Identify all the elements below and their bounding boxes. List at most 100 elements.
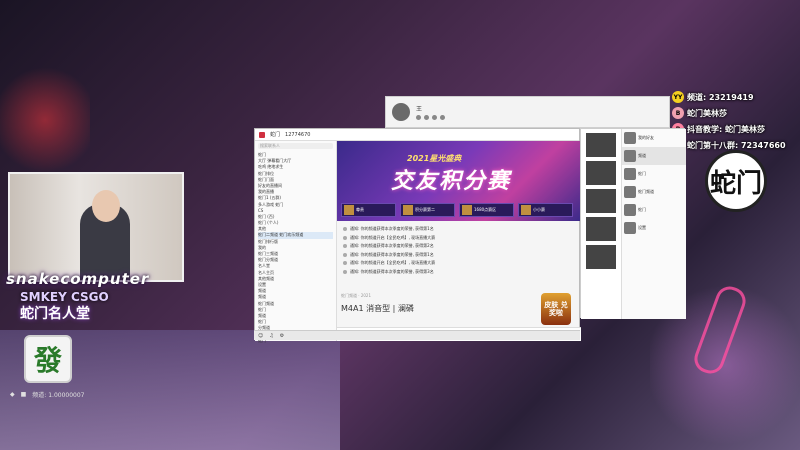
avatar bbox=[624, 132, 636, 144]
profile-card[interactable]: 王 bbox=[385, 96, 670, 128]
avatar bbox=[624, 222, 636, 234]
search-input[interactable]: 搜索联系人 bbox=[258, 143, 333, 149]
list-item[interactable]: 蛇门 bbox=[622, 165, 686, 183]
bullet-icon bbox=[343, 269, 347, 274]
status-icon[interactable] bbox=[440, 115, 445, 120]
stream-info-text: 蛇门美林莎 bbox=[687, 108, 727, 118]
tile-label: 尊贵 bbox=[356, 207, 364, 212]
tile-thumb bbox=[403, 205, 413, 215]
banner-tiles: 尊贵 积分赛第二 1680点赛区 小小赛 bbox=[341, 203, 573, 217]
mahjong-tile-icon: 發 bbox=[24, 335, 72, 383]
list-item: 通知: 你的频道开启【全民吃鸡】, 现场直播大赛 bbox=[343, 234, 575, 243]
list-item: 通知: 你的频道获得本次季度的荣誉, 获得第3名 bbox=[343, 268, 575, 277]
stream-info-row: B 蛇门美林莎 bbox=[672, 106, 800, 120]
tile-thumb bbox=[521, 205, 531, 215]
stream-info-text: 频道: 23219419 bbox=[687, 92, 754, 102]
taskbar-item[interactable]: ◆ bbox=[10, 391, 15, 398]
contacts-window: 我的好友 频道 蛇门 蛇门频道 蛇门 设置 bbox=[580, 128, 686, 319]
contact-label: 频道 bbox=[638, 153, 646, 158]
list-item[interactable]: 蛇门频道 bbox=[622, 183, 686, 201]
list-item: 通知: 你的频道获得本次季度的荣誉, 获得第2名 bbox=[343, 242, 575, 251]
profile-name: 王 bbox=[416, 106, 423, 113]
streamer-head bbox=[92, 190, 120, 222]
message-list: 通知: 你的频道获得本次季度的荣誉, 获得第1名 通知: 你的频道开启【全民吃鸡… bbox=[337, 221, 581, 280]
contact-thumb[interactable] bbox=[586, 161, 616, 185]
channel-id: 12774670 bbox=[285, 131, 311, 138]
event-banner[interactable]: 2021星光盛典 交友积分赛 尊贵 积分赛第二 1680点赛区 小小赛 bbox=[337, 141, 581, 221]
list-item: 通知: 你的频道获得本次季度的荣誉, 获得第1名 bbox=[343, 225, 575, 234]
banner-tile[interactable]: 小小赛 bbox=[518, 203, 573, 217]
taskbar: ◆ ■ 频道: 1.00000007 bbox=[0, 388, 340, 400]
avatar bbox=[624, 168, 636, 180]
contact-label: 蛇门 bbox=[638, 207, 646, 212]
contact-label: 我的好友 bbox=[638, 135, 654, 140]
list-item[interactable]: 我的好友 bbox=[622, 129, 686, 147]
tile-thumb bbox=[462, 205, 472, 215]
taskbar-item: 频道: 1.00000007 bbox=[32, 391, 85, 399]
message-text: 通知: 你的频道获得本次季度的荣誉, 获得第2名 bbox=[350, 243, 434, 248]
contact-label: 设置 bbox=[638, 225, 646, 230]
avatar bbox=[624, 150, 636, 162]
list-item: 通知: 你的频道获得本次季度的荣誉, 获得第1名 bbox=[343, 251, 575, 260]
tile-label: 1680点赛区 bbox=[474, 207, 497, 212]
stream-info-row: B 抖音教学: 蛇门美林莎 bbox=[672, 122, 800, 136]
stream-brand: snakecomputer bbox=[6, 270, 150, 288]
contact-thumb[interactable] bbox=[586, 189, 616, 213]
channel-window: 蛇门 12774670 搜索联系人 蛇门 大厅 弹幕看门大厅 吃鸡 绝地求生 蛇门排位… bbox=[254, 128, 581, 343]
avatar[interactable] bbox=[392, 103, 410, 121]
yy-icon: YY bbox=[672, 91, 684, 103]
stream-info-text: 蛇门第十八群: 72347660 bbox=[687, 140, 786, 150]
tile-label: 积分赛第二 bbox=[415, 207, 435, 212]
chat-meta: 蛇门频道 · 2021 bbox=[341, 293, 371, 298]
window-toolbar: ☺ ♫ ⚙ bbox=[254, 330, 580, 340]
banner-title: 交友积分赛 bbox=[391, 169, 512, 194]
chat-message: M4A1 消音型 | 澜磷 bbox=[341, 304, 414, 313]
snake-logo-icon: 蛇门 bbox=[705, 150, 767, 212]
promo-button[interactable]: 皮肤 兑奖啦 bbox=[541, 293, 571, 325]
thumb-column bbox=[581, 129, 621, 319]
contact-list: 我的好友 频道 蛇门 蛇门频道 蛇门 设置 bbox=[621, 129, 686, 319]
music-icon[interactable]: ♫ bbox=[269, 333, 273, 339]
stream-info-list: YY 频道: 23219419 B 蛇门美林莎 B 抖音教学: 蛇门美林莎 Q … bbox=[672, 90, 800, 154]
taskbar-item[interactable]: ■ bbox=[21, 391, 27, 398]
banner-tile[interactable]: 尊贵 bbox=[341, 203, 396, 217]
contact-thumb[interactable] bbox=[586, 217, 616, 241]
bullet-icon bbox=[343, 227, 347, 232]
message-text: 通知: 你的频道开启【全民吃鸡】, 现场直播大赛 bbox=[350, 260, 436, 265]
message-text: 通知: 你的频道获得本次季度的荣誉, 获得第1名 bbox=[350, 251, 434, 257]
stream-info-row: YY 频道: 23219419 bbox=[672, 90, 800, 104]
contact-thumb[interactable] bbox=[586, 245, 616, 269]
status-icon[interactable] bbox=[424, 115, 429, 120]
status-icon[interactable] bbox=[432, 115, 437, 120]
banner-tile[interactable]: 积分赛第二 bbox=[400, 203, 455, 217]
emoji-icon[interactable]: ☺ bbox=[258, 333, 263, 339]
bilibili-icon: B bbox=[672, 107, 684, 119]
settings-icon[interactable]: ⚙ bbox=[280, 333, 284, 339]
stream-subtitle: SMKEY CSGO bbox=[20, 290, 109, 304]
contact-label: 蛇门 bbox=[638, 171, 646, 176]
webcam-feed bbox=[8, 172, 184, 282]
bullet-icon bbox=[343, 244, 347, 249]
list-item[interactable]: 设置 bbox=[622, 219, 686, 237]
status-icon[interactable] bbox=[416, 115, 421, 120]
window-title: 蛇门 bbox=[270, 132, 281, 138]
list-item[interactable]: 频道 bbox=[622, 147, 686, 165]
background-light bbox=[0, 60, 90, 180]
avatar bbox=[624, 204, 636, 216]
message-text: 通知: 你的频道获得本次季度的荣誉, 获得第3名 bbox=[350, 268, 434, 274]
app-logo-icon bbox=[259, 131, 265, 138]
stream-info-text: 抖音教学: 蛇门美林莎 bbox=[687, 124, 765, 134]
bullet-icon bbox=[343, 252, 347, 257]
window-titlebar: 蛇门 12774670 bbox=[255, 129, 579, 141]
channel-main: 2021星光盛典 交友积分赛 尊贵 积分赛第二 1680点赛区 小小赛 通知: … bbox=[337, 141, 581, 341]
tile-thumb bbox=[344, 205, 354, 215]
banner-tile[interactable]: 1680点赛区 bbox=[459, 203, 514, 217]
message-text: 通知: 你的频道获得本次季度的荣誉, 获得第1名 bbox=[350, 226, 434, 231]
avatar bbox=[624, 186, 636, 198]
list-item[interactable]: 蛇门 bbox=[622, 201, 686, 219]
contact-thumb[interactable] bbox=[586, 133, 616, 157]
contact-label: 蛇门频道 bbox=[638, 189, 654, 194]
bullet-icon bbox=[343, 261, 347, 266]
message-text: 通知: 你的频道开启【全民吃鸡】, 现场直播大赛 bbox=[350, 234, 436, 240]
list-item: 通知: 你的频道开启【全民吃鸡】, 现场直播大赛 bbox=[343, 259, 575, 268]
